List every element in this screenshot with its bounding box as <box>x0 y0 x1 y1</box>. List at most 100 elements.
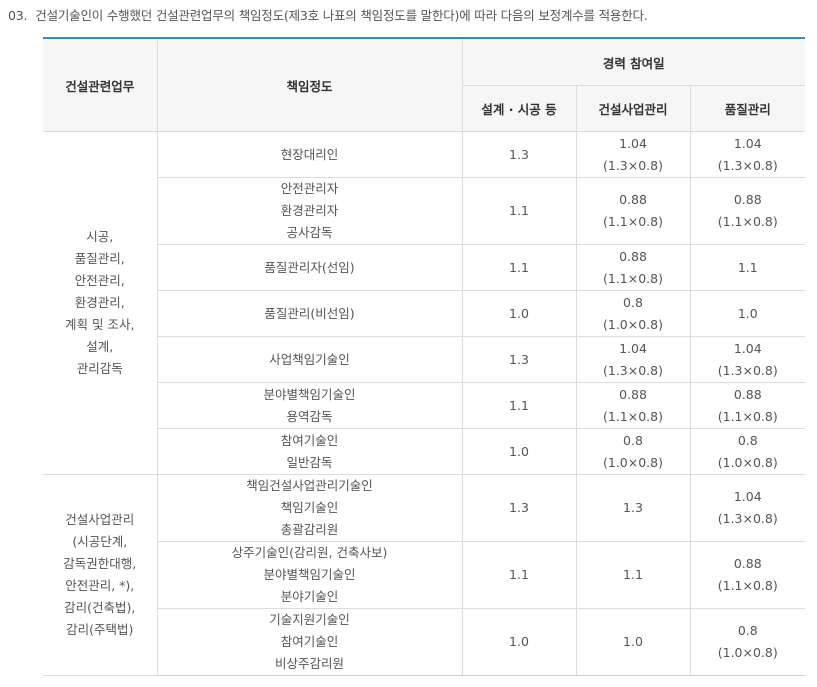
responsibility-cell-line: 용역감독 <box>286 408 333 424</box>
responsibility-cell-line: 일반감독 <box>286 454 333 470</box>
responsibility-cell-line: 책임기술인 <box>280 500 339 515</box>
responsibility-cell-line: 기술지원기술인 <box>269 612 350 627</box>
header-career-days: 경력 참여일 <box>461 37 806 86</box>
header-construction-management: 건설사업관리 <box>575 85 691 132</box>
design-construction-cell: 1.1 <box>461 177 577 245</box>
header-responsibility-level: 책임정도 <box>156 37 463 132</box>
design-construction-cell: 1.1 <box>461 541 577 609</box>
construction-management-cell-line: 0.88 <box>619 192 647 207</box>
group-label-group2-line: (시공단계, <box>72 534 128 549</box>
quality-management-cell-line: (1.0×0.8) <box>717 454 778 470</box>
quality-management-cell-line: (1.1×0.8) <box>717 578 778 593</box>
responsibility-cell-line: 분야기술인 <box>280 589 339 604</box>
responsibility-cell-line: 현장대리인 <box>280 146 339 162</box>
responsibility-cell-line: 비상주감리원 <box>274 656 344 671</box>
quality-management-cell-line: 1.04 <box>733 489 762 504</box>
quality-management-cell-line: (1.1×0.8) <box>717 214 778 229</box>
table-row: 품질관리자(선임) 1.1 0.88 (1.1×0.8) 1.1 <box>43 244 806 291</box>
group-label-group1-line: 안전관리, <box>74 273 125 288</box>
intro-number: 03. <box>8 8 28 23</box>
group-label-group1-line: 계획 및 조사, <box>65 317 135 332</box>
construction-management-cell: 1.3 <box>575 474 691 542</box>
design-construction-cell: 1.0 <box>461 608 577 676</box>
quality-management-cell-line: (1.0×0.8) <box>717 645 778 660</box>
intro-text: 03. 건설기술인이 수행했던 건설관련업무의 책임정도(제3호 나표의 책임정도… <box>8 5 648 24</box>
table-row: 품질관리(비선임) 1.0 0.8 (1.0×0.8) 1.0 <box>43 290 806 337</box>
table-row: 사업책임기술인 1.3 1.04 (1.3×0.8) 1.04 (1.3×0.8) <box>43 336 806 383</box>
responsibility-cell: 현장대리인 <box>156 131 463 178</box>
construction-management-cell: 1.0 <box>575 608 691 676</box>
construction-management-cell-line: 1.3 <box>623 500 643 515</box>
table-row: 참여기술인 일반감독 1.0 0.8 (1.0×0.8) 0.8 (1.0×0.8) <box>43 428 806 475</box>
construction-management-cell-line: 1.0 <box>623 634 643 649</box>
table-row: 안전관리자 환경관리자 공사감독 1.1 0.88 (1.1×0.8) 0.88 (1.1×0… <box>43 177 806 245</box>
quality-management-cell-line: (1.1×0.8) <box>717 408 778 424</box>
design-construction-cell: 1.1 <box>461 244 577 291</box>
quality-management-cell-line: 0.88 <box>733 192 762 207</box>
responsibility-cell: 참여기술인일반감독 <box>157 428 463 475</box>
responsibility-cell-line: 참여기술인 <box>280 634 339 649</box>
quality-management-cell-line: 0.8 <box>737 623 758 638</box>
responsibility-cell-line: 참여기술인 <box>280 432 339 448</box>
design-construction-cell: 1.1 <box>461 382 577 429</box>
table-row: 기술지원기술인참여기술인비상주감리원 1.0 1.0 0.8 (1.0×0.8) <box>43 608 806 676</box>
group-label-group1-line: 시공, <box>86 229 114 244</box>
construction-management-cell-line: (1.0×0.8) <box>603 316 663 332</box>
responsibility-cell: 상주기술인(감리원, 건축사보) 분야별책임기술인 분야기술인 <box>157 541 463 609</box>
table-row: 건설사업관리 (시공단계, 감독권한대행, 안전관리, *), 감리(건축법), 감리(주… <box>43 474 806 676</box>
quality-management-cell: 1.04 (1.3×0.8) <box>689 131 806 178</box>
quality-management-cell: 1.04 (1.3×0.8) <box>689 474 806 542</box>
quality-management-cell-line: 0.88 <box>733 556 762 571</box>
construction-management-cell-line: (1.3×0.8) <box>603 362 663 378</box>
intro-sentence: 건설기술인이 수행했던 건설관련업무의 책임정도(제3호 나표의 책임정도를 말… <box>35 8 648 23</box>
quality-management-cell-line: 0.88 <box>733 386 762 402</box>
construction-management-cell: 0.88 (1.1×0.8) <box>575 244 691 291</box>
quality-management-cell-line: (1.3×0.8) <box>717 362 778 378</box>
responsibility-cell-line: 공사감독 <box>286 225 333 240</box>
construction-management-cell-line: (1.0×0.8) <box>603 454 663 470</box>
construction-management-cell: 1.1 <box>575 541 691 609</box>
group-label-group2-line: 감리(건축법), <box>64 600 136 615</box>
responsibility-cell: 품질관리자(선임) <box>157 244 463 291</box>
quality-management-cell: 0.88 (1.1×0.8) <box>689 177 806 245</box>
quality-management-cell: 1.0 <box>689 290 806 337</box>
quality-management-cell-line: 1.1 <box>737 259 758 275</box>
group-label-group2-line: 감리(주택법) <box>66 622 134 637</box>
construction-management-cell-line: 0.8 <box>623 294 643 310</box>
responsibility-cell: 사업책임기술인 <box>157 336 463 383</box>
correction-factor-table: 건설관련업무 책임정도 경력 참여일 설계 · 시공 등 건설사업관리 품질관리… <box>43 37 806 676</box>
table-row: 시공, 품질관리, 안전관리, 환경관리, 계획 및 조사, 설계, 관리감독 현장대리인 1.… <box>43 131 806 475</box>
construction-management-cell-line: (1.1×0.8) <box>603 270 663 286</box>
table-body: 시공, 품질관리, 안전관리, 환경관리, 계획 및 조사, 설계, 관리감독 현장대리인 1.… <box>43 131 806 676</box>
quality-management-cell-line: 0.8 <box>737 432 758 448</box>
responsibility-cell-line: 총괄감리원 <box>280 522 339 537</box>
quality-management-cell-line: 1.04 <box>733 340 762 356</box>
responsibility-cell: 안전관리자 환경관리자 공사감독 <box>157 177 463 245</box>
quality-management-cell-line: (1.3×0.8) <box>717 511 778 526</box>
table-row: 상주기술인(감리원, 건축사보) 분야별책임기술인 분야기술인 1.1 1.1 0.88 (… <box>43 541 806 609</box>
responsibility-cell-line: 환경관리자 <box>280 203 339 218</box>
construction-management-cell-line: 0.88 <box>619 248 647 264</box>
quality-management-cell: 0.8 (1.0×0.8) <box>689 608 806 676</box>
group-label-group1-line: 품질관리, <box>74 251 125 266</box>
header-construction-task: 건설관련업무 <box>43 37 158 132</box>
construction-management-cell: 0.88 (1.1×0.8) <box>575 382 691 429</box>
responsibility-cell-line: 상주기술인(감리원, 건축사보) <box>231 545 388 560</box>
group-label-group2-line: 안전관리, *), <box>65 578 135 593</box>
quality-management-cell: 0.88 (1.1×0.8) <box>689 541 806 609</box>
quality-management-cell-line: (1.3×0.8) <box>717 157 778 173</box>
responsibility-cell-line: 품질관리(비선임) <box>264 305 355 321</box>
group-label-group1-line: 설계, <box>86 339 114 354</box>
group-label-group1-line: 관리감독 <box>76 361 123 376</box>
quality-management-cell: 0.88 (1.1×0.8) <box>689 382 806 429</box>
header-design-construction: 설계 · 시공 등 <box>462 85 577 132</box>
responsibility-cell: 분야별책임기술인용역감독 <box>157 382 463 429</box>
construction-management-cell-line: 0.8 <box>623 432 643 448</box>
construction-management-cell: 1.04 (1.3×0.8) <box>575 336 691 383</box>
quality-management-cell-line: 1.04 <box>733 135 762 151</box>
group-label-group2: 건설사업관리 (시공단계, 감독권한대행, 안전관리, *), 감리(건축법), 감리(주… <box>43 474 158 676</box>
responsibility-cell-line: 분야별책임기술인 <box>263 386 356 402</box>
header-quality-management: 품질관리 <box>689 85 806 132</box>
construction-management-cell: 0.8 (1.0×0.8) <box>575 428 691 475</box>
construction-management-cell-line: 1.04 <box>619 340 647 356</box>
